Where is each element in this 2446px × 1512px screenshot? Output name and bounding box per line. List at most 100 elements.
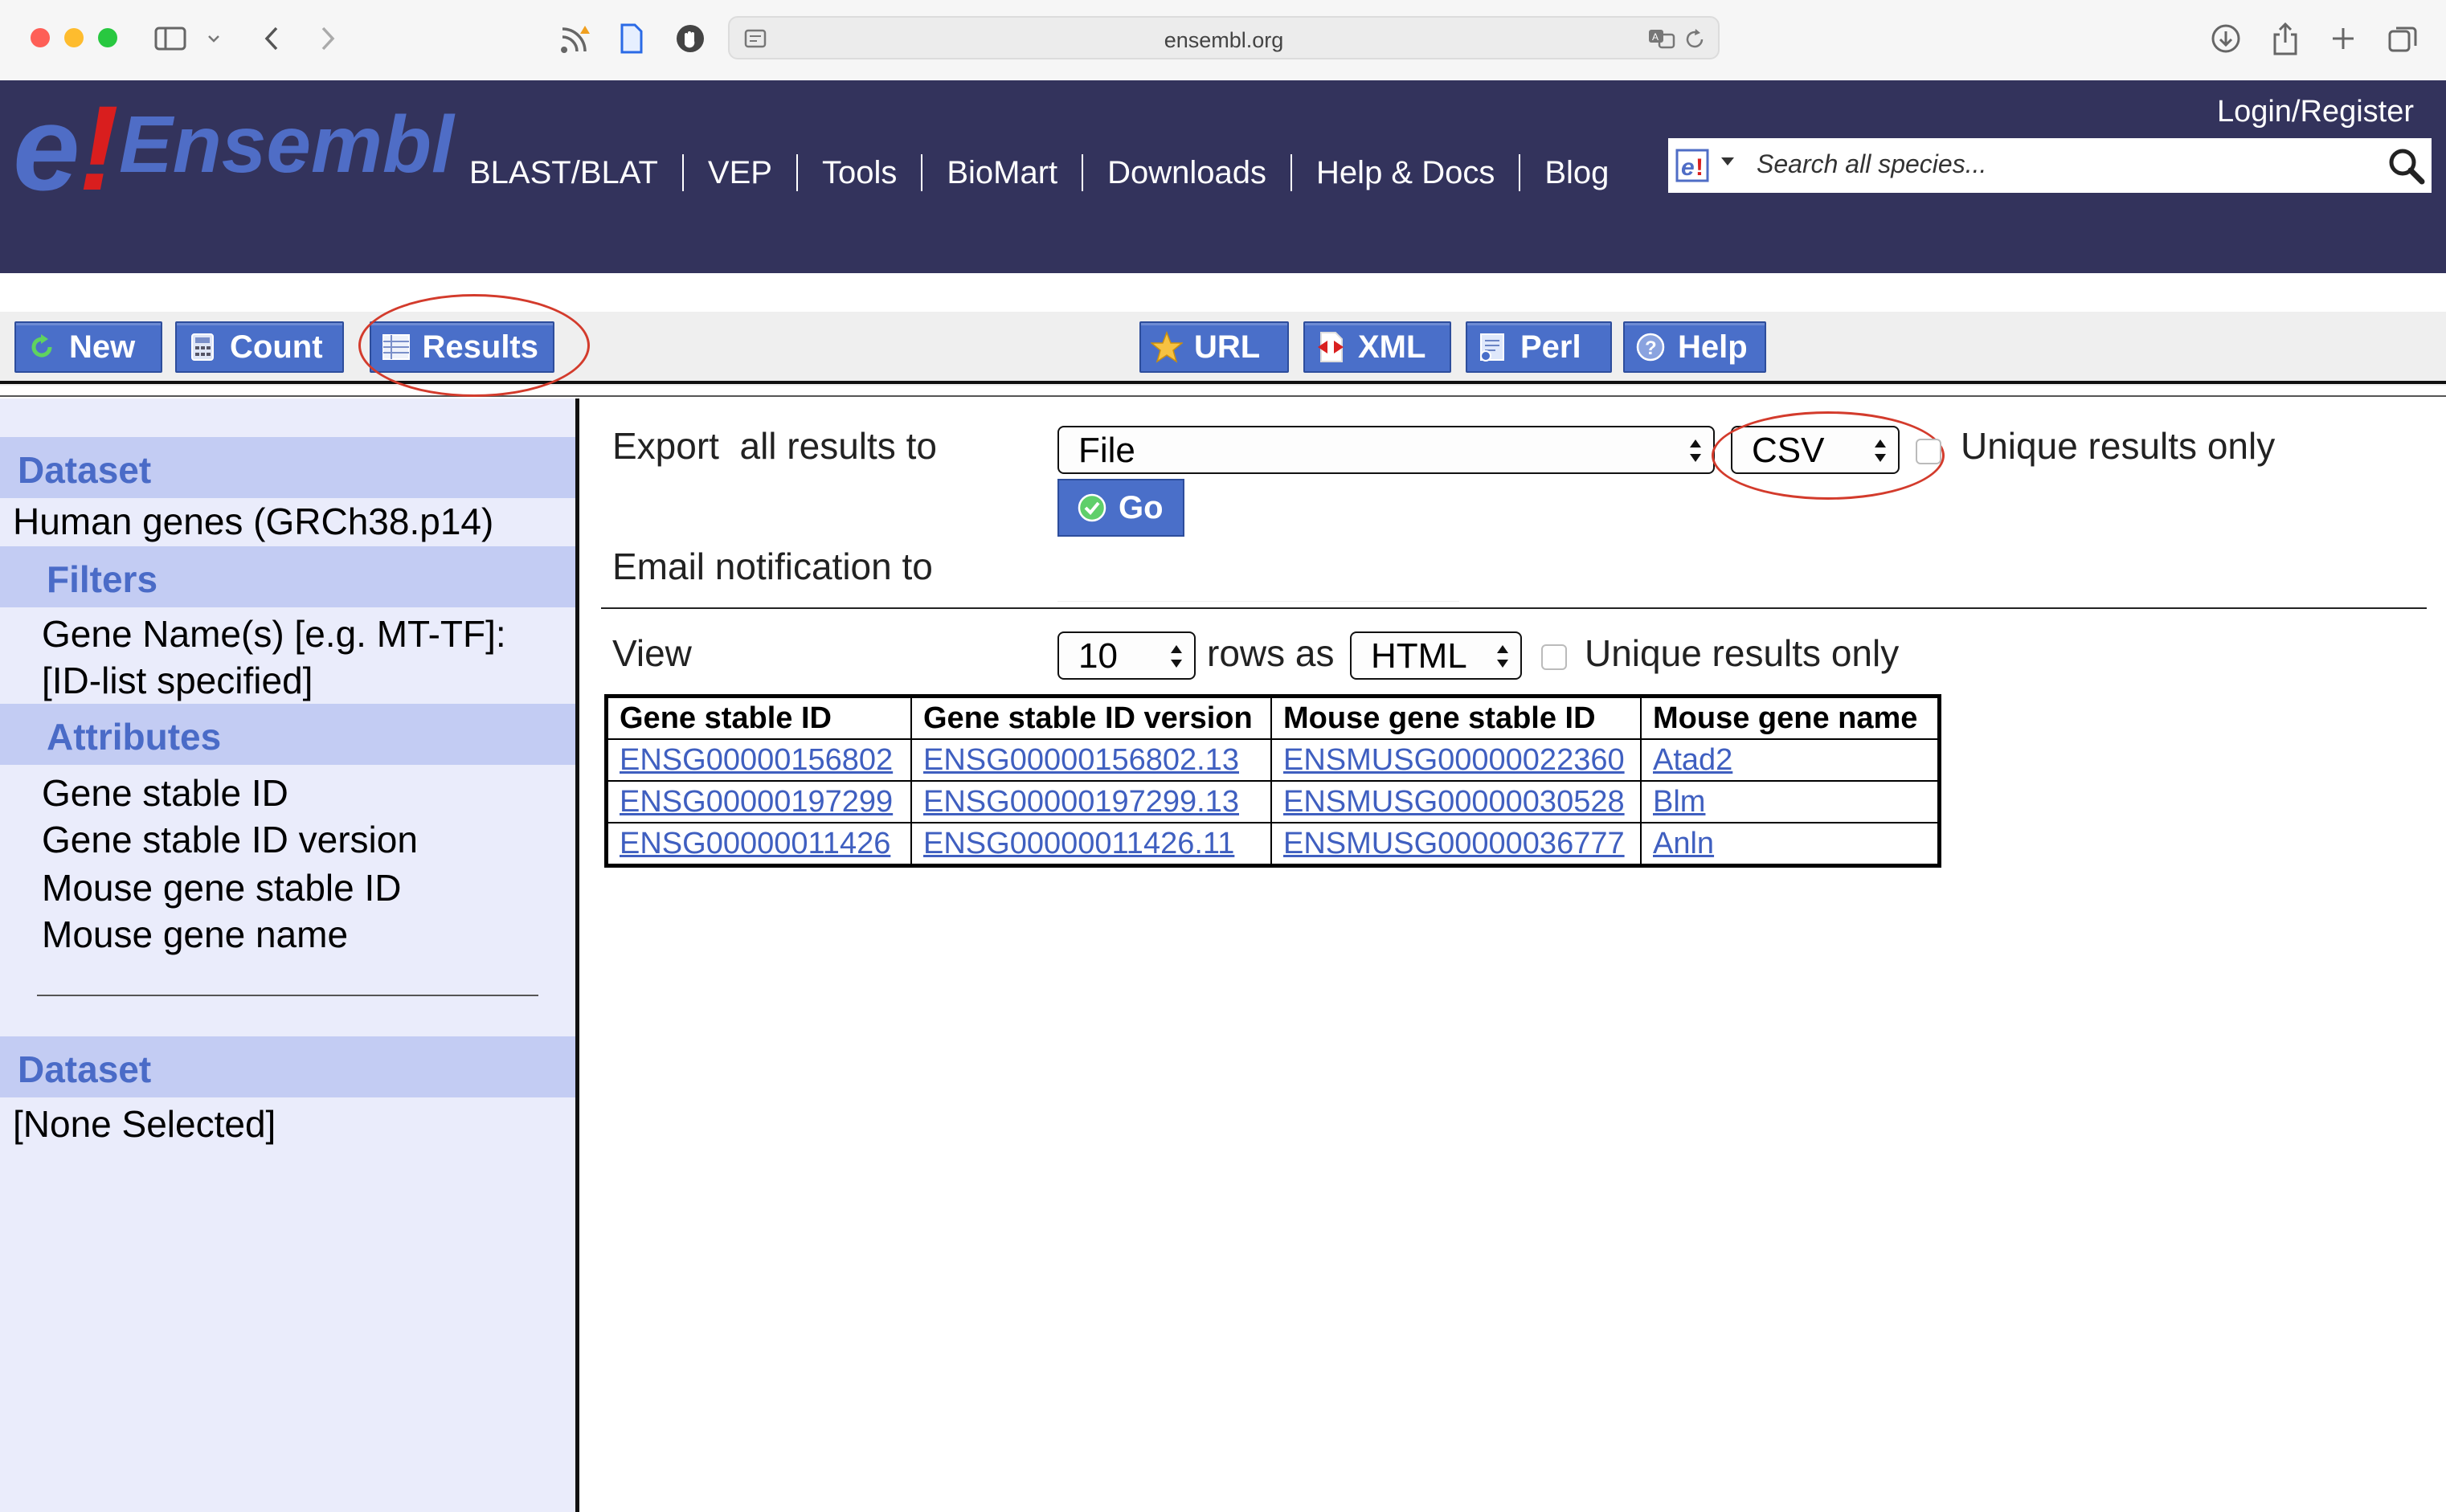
chevron-down-icon[interactable] [204, 18, 223, 59]
sidebar-filter-gene-name[interactable]: Gene Name(s) [e.g. MT-TF]: [42, 612, 506, 656]
download-icon[interactable] [2208, 18, 2244, 59]
search-icon[interactable] [2387, 146, 2427, 186]
table-header-row: Gene stable ID Gene stable ID version Mo… [605, 695, 1941, 740]
minimize-window-button[interactable] [64, 28, 84, 47]
species-search: e! Search all species... [1668, 138, 2432, 193]
svg-text:!: ! [79, 90, 119, 210]
address-bar[interactable]: ensembl.org A [728, 16, 1720, 59]
panel-divider [575, 398, 579, 1512]
sidebar-attribute-item[interactable]: Gene stable ID [42, 771, 288, 815]
refresh-icon [26, 331, 58, 363]
sidebar-dataset-value[interactable]: Human genes (GRCh38.p14) [13, 500, 493, 543]
rows-count-value: 10 [1078, 636, 1118, 676]
gene-version-link[interactable]: ENSG00000156802.13 [910, 738, 1272, 782]
view-unique-label: Unique results only [1585, 632, 1900, 674]
ensembl-logo[interactable]: e ! Ensembl [11, 80, 461, 215]
view-unique-checkbox[interactable] [1541, 644, 1567, 670]
svg-text:e: e [13, 90, 80, 210]
svg-text:A: A [1652, 31, 1659, 43]
nav-vep[interactable]: VEP [684, 155, 796, 191]
gene-version-link[interactable]: ENSG00000197299.13 [910, 780, 1272, 823]
species-selector-icon[interactable]: e! [1675, 148, 1710, 183]
view-format-select[interactable]: HTML [1350, 631, 1522, 680]
export-unique-checkbox[interactable] [1916, 439, 1941, 464]
select-arrows-icon [1690, 439, 1701, 462]
rss-icon[interactable] [558, 18, 593, 59]
nav-tools[interactable]: Tools [798, 155, 921, 191]
login-register-link[interactable]: Login/Register [2217, 95, 2414, 129]
email-field[interactable] [1057, 572, 1459, 602]
translate-icon[interactable]: A [1647, 27, 1676, 50]
nav-biomart[interactable]: BioMart [922, 155, 1082, 191]
close-window-button[interactable] [31, 28, 50, 47]
sidebar-attribute-item[interactable]: Mouse gene stable ID [42, 866, 402, 909]
checkmark-icon [1078, 493, 1106, 522]
tabs-overview-icon[interactable] [2385, 18, 2420, 59]
calculator-icon [186, 331, 219, 363]
url-label: URL [1194, 329, 1261, 365]
perl-button[interactable]: Perl [1466, 321, 1612, 373]
reload-icon[interactable] [1683, 27, 1707, 51]
select-arrows-icon [1171, 645, 1182, 668]
svg-text:!: ! [1695, 154, 1704, 181]
sidebar-filter-id-list[interactable]: [ID-list specified] [42, 659, 313, 702]
xml-button[interactable]: XML [1303, 321, 1451, 373]
divider [0, 395, 2446, 397]
sidebar-filters-heading[interactable]: Filters [0, 546, 575, 607]
go-label: Go [1119, 489, 1164, 525]
gene-version-link[interactable]: ENSG00000011426.11 [910, 822, 1272, 867]
mouse-gene-id-link[interactable]: ENSMUSG00000022360 [1270, 738, 1642, 782]
help-icon: ? [1634, 331, 1667, 363]
table-row: ENSG00000156802 ENSG00000156802.13 ENSMU… [605, 738, 1941, 782]
back-icon[interactable] [257, 18, 286, 59]
sidebar-icon[interactable] [153, 18, 188, 59]
forward-icon[interactable] [313, 18, 342, 59]
table-row: ENSG00000197299 ENSG00000197299.13 ENSMU… [605, 780, 1941, 823]
search-input[interactable]: Search all species... [1757, 149, 1986, 179]
sidebar-dataset2-heading[interactable]: Dataset [0, 1036, 575, 1097]
mouse-gene-name-link[interactable]: Blm [1640, 780, 1941, 823]
nav-downloads[interactable]: Downloads [1083, 155, 1290, 191]
share-icon[interactable] [2269, 18, 2301, 59]
zoom-window-button[interactable] [98, 28, 117, 47]
rows-count-select[interactable]: 10 [1057, 631, 1196, 680]
sidebar-dataset-heading[interactable]: Dataset [0, 437, 575, 498]
sidebar-attributes-heading[interactable]: Attributes [0, 704, 575, 765]
document-icon[interactable] [616, 18, 648, 59]
mouse-gene-name-link[interactable]: Atad2 [1640, 738, 1941, 782]
main-nav: BLAST/BLAT VEP Tools BioMart Downloads H… [469, 154, 1633, 191]
xml-label: XML [1358, 329, 1426, 365]
gene-id-link[interactable]: ENSG00000197299 [605, 780, 912, 823]
privacy-shield-icon[interactable] [673, 18, 707, 59]
results-highlight-annotation [358, 294, 590, 397]
mouse-gene-name-link[interactable]: Anln [1640, 822, 1941, 867]
view-label: View [612, 632, 692, 674]
new-label: New [69, 329, 136, 365]
sidebar-dataset2-value[interactable]: [None Selected] [13, 1102, 276, 1146]
gene-id-link[interactable]: ENSG00000156802 [605, 738, 912, 782]
nav-help-docs[interactable]: Help & Docs [1292, 155, 1519, 191]
chevron-down-icon[interactable] [1720, 156, 1736, 167]
column-header: Mouse gene name [1640, 695, 1941, 740]
go-button[interactable]: Go [1057, 479, 1184, 537]
nav-blog[interactable]: Blog [1520, 155, 1633, 191]
export-label: Export all results to [612, 425, 937, 467]
sidebar-attribute-item[interactable]: Gene stable ID version [42, 818, 418, 861]
new-button[interactable]: New [14, 321, 162, 373]
column-header: Gene stable ID version [910, 695, 1272, 740]
help-button[interactable]: ? Help [1623, 321, 1766, 373]
export-destination-select[interactable]: File [1057, 426, 1715, 474]
table-row: ENSG00000011426 ENSG00000011426.11 ENSMU… [605, 822, 1941, 867]
svg-text:e: e [1681, 154, 1695, 181]
url-button[interactable]: URL [1139, 321, 1289, 373]
email-label: Email notification to [612, 546, 933, 587]
new-tab-icon[interactable] [2327, 18, 2359, 59]
nav-blast[interactable]: BLAST/BLAT [469, 155, 682, 191]
gene-id-link[interactable]: ENSG00000011426 [605, 822, 912, 867]
sidebar-attribute-item[interactable]: Mouse gene name [42, 913, 348, 956]
mouse-gene-id-link[interactable]: ENSMUSG00000036777 [1270, 822, 1642, 867]
count-button[interactable]: Count [175, 321, 344, 373]
xml-file-icon [1315, 331, 1347, 363]
csv-highlight-annotation [1712, 411, 1945, 500]
mouse-gene-id-link[interactable]: ENSMUSG00000030528 [1270, 780, 1642, 823]
